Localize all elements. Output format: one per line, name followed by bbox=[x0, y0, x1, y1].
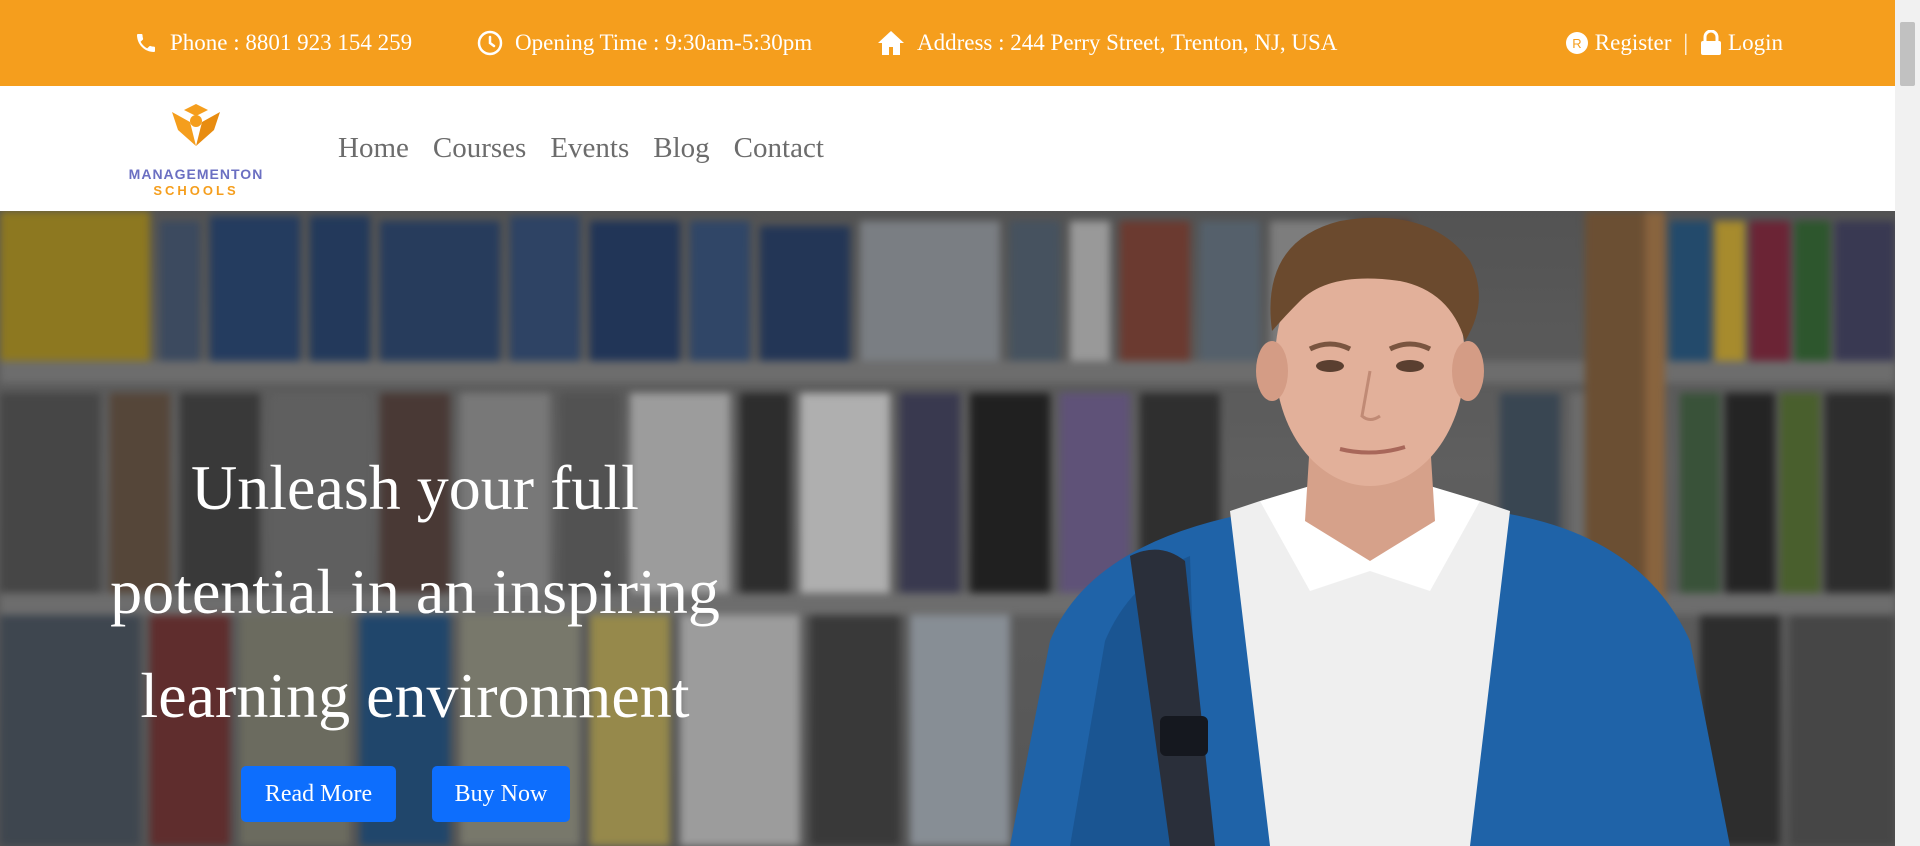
svg-text:R: R bbox=[1572, 36, 1581, 51]
address-value: 244 Perry Street, Trenton, NJ, USA bbox=[1010, 30, 1338, 55]
phone-value: 8801 923 154 259 bbox=[245, 30, 413, 55]
logo-mark-icon bbox=[172, 104, 220, 146]
register-link[interactable]: R Register bbox=[1565, 30, 1672, 56]
nav-item-blog[interactable]: Blog bbox=[653, 132, 709, 165]
logo-text-secondary: SCHOOLS bbox=[153, 183, 239, 198]
buy-now-button[interactable]: Buy Now bbox=[432, 766, 570, 822]
hero-headline-line-2: potential in an inspiring bbox=[110, 556, 720, 627]
opening-time-info: Opening Time : 9:30am-5:30pm bbox=[477, 0, 812, 86]
phone-info: Phone : 8801 923 154 259 bbox=[134, 0, 412, 86]
student-image bbox=[1010, 217, 1730, 846]
hero-headline-line-3: learning environment bbox=[140, 660, 690, 731]
register-label: Register bbox=[1594, 30, 1672, 55]
page-scrollbar[interactable] bbox=[1895, 0, 1920, 846]
clock-icon bbox=[477, 30, 503, 56]
address-info: Address : 244 Perry Street, Trenton, NJ,… bbox=[877, 0, 1337, 86]
address-label: Address : bbox=[917, 30, 1005, 55]
main-nav: Home Courses Events Blog Contact bbox=[338, 86, 848, 211]
hero-banner: Unleash your full potential in an inspir… bbox=[0, 211, 1895, 846]
register-icon: R bbox=[1565, 32, 1588, 54]
hours-label: Opening Time : bbox=[515, 30, 660, 55]
hero-headline-line-1: Unleash your full bbox=[191, 452, 639, 523]
lock-icon bbox=[1701, 30, 1722, 55]
login-link[interactable]: Login bbox=[1700, 30, 1783, 56]
nav-item-courses[interactable]: Courses bbox=[433, 132, 526, 165]
nav-item-events[interactable]: Events bbox=[550, 132, 629, 165]
phone-icon bbox=[137, 34, 155, 52]
auth-links: R Register | Login bbox=[1565, 0, 1783, 86]
nav-item-home[interactable]: Home bbox=[338, 132, 409, 165]
read-more-button[interactable]: Read More bbox=[241, 766, 396, 822]
home-icon bbox=[878, 31, 904, 55]
site-header: MANAGEMENTON SCHOOLS Home Courses Events… bbox=[0, 86, 1895, 211]
auth-separator: | bbox=[1683, 30, 1689, 55]
nav-item-contact[interactable]: Contact bbox=[734, 132, 824, 165]
scrollbar-thumb[interactable] bbox=[1900, 22, 1915, 86]
phone-label: Phone : bbox=[170, 30, 240, 55]
login-label: Login bbox=[1728, 30, 1783, 55]
hero-headline: Unleash your full potential in an inspir… bbox=[40, 436, 790, 748]
hours-value: 9:30am-5:30pm bbox=[665, 30, 813, 55]
site-logo[interactable]: MANAGEMENTON SCHOOLS bbox=[118, 102, 274, 198]
logo-text-primary: MANAGEMENTON bbox=[128, 166, 264, 182]
top-info-bar: Phone : 8801 923 154 259 Opening Time : … bbox=[0, 0, 1895, 86]
